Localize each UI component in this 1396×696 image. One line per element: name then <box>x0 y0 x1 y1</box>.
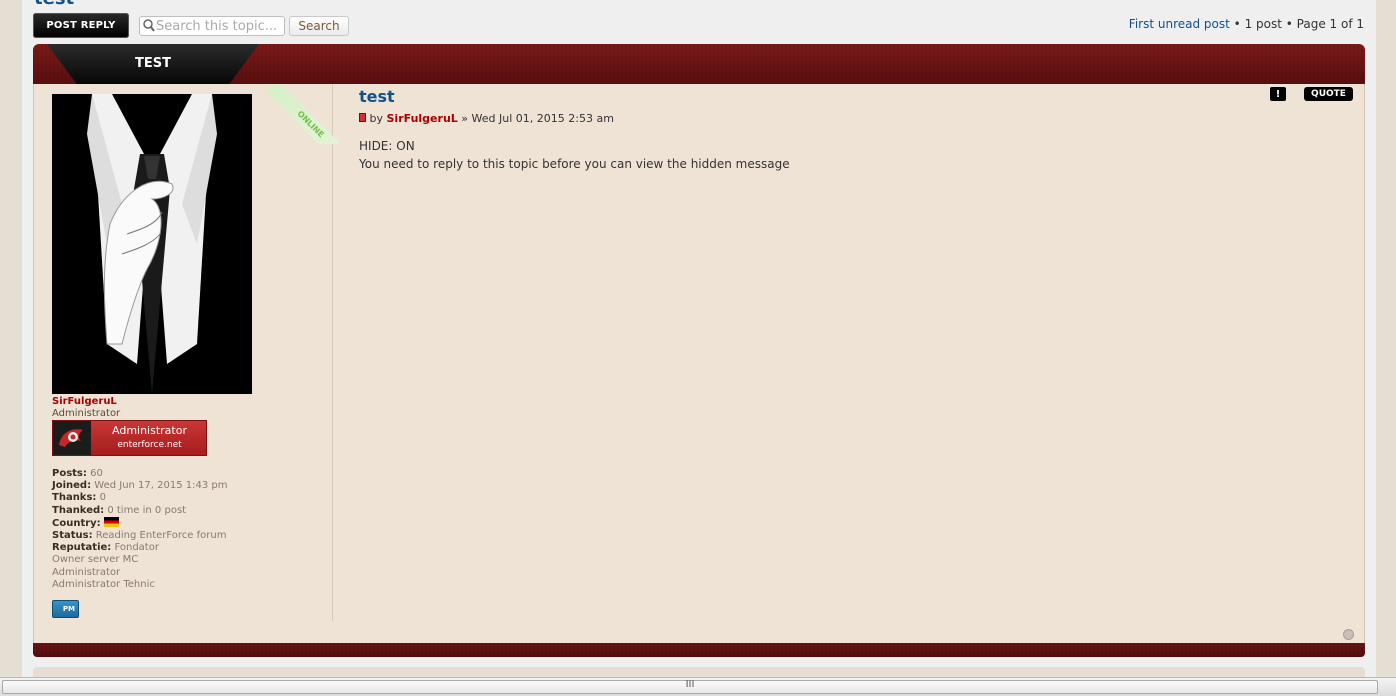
stat-reputatie: Reputatie: Fondator <box>52 542 227 554</box>
stat-label: Status: <box>52 530 93 542</box>
post-content-line: You need to reply to this topic before y… <box>359 157 790 171</box>
online-badge-label: ONLINE <box>265 84 339 144</box>
back-to-top-icon[interactable] <box>1343 629 1354 640</box>
stat-label: Reputatie: <box>52 542 112 554</box>
post-count: 1 post <box>1244 17 1282 31</box>
rank-image-title: Administrator <box>112 424 187 437</box>
stat-value: 60 <box>90 468 103 479</box>
profile-stats: Posts: 60 Joined: Wed Jun 17, 2015 1:43 … <box>52 468 227 591</box>
scrollbar-thumb[interactable]: III <box>2 679 1378 694</box>
tab-test[interactable]: TEST <box>47 44 259 84</box>
horizontal-scrollbar[interactable]: III <box>0 677 1396 696</box>
stat-joined: Joined: Wed Jun 17, 2015 1:43 pm <box>52 480 227 492</box>
scrollbar-grip-icon: III <box>685 679 695 690</box>
pagination-separator: • <box>1281 17 1297 31</box>
stat-posts: Posts: 60 <box>52 468 227 480</box>
stat-value: Wed Jun 17, 2015 1:43 pm <box>94 480 228 492</box>
post-content-line: HIDE: ON <box>359 139 415 153</box>
online-badge: ONLINE <box>259 84 339 144</box>
post-by-prefix: by <box>369 112 387 125</box>
pagination: First unread post • 1 post • Page 1 of 1 <box>1129 17 1364 31</box>
quote-button[interactable]: QUOTE <box>1304 87 1353 101</box>
post-meta: by SirFulgeruL » Wed Jul 01, 2015 2:53 a… <box>359 112 614 125</box>
enterforce-logo-icon <box>53 421 91 455</box>
stat-label: Thanked: <box>52 504 105 516</box>
pagination-separator: • <box>1229 17 1245 31</box>
search-icon <box>142 18 156 34</box>
stat-label: Posts: <box>52 468 87 479</box>
tab-label: TEST <box>135 56 171 71</box>
post-reply-button[interactable]: POST REPLY <box>33 13 129 38</box>
search-button[interactable]: Search <box>289 16 349 36</box>
post-body: ONLINE SirFulgeruL Administrator Adminis… <box>33 84 1365 643</box>
stat-value: Fondator <box>114 542 159 554</box>
profile-extra-line: Administrator <box>52 566 121 578</box>
stat-status: Status: Reading EnterForce forum <box>52 530 227 542</box>
profile-extra-line: Administrator Tehnic <box>52 578 155 590</box>
profile-extra-line: Owner server MC <box>52 554 139 566</box>
stat-thanks: Thanks: 0 <box>52 492 227 504</box>
stat-value: 0 <box>99 492 106 504</box>
profile-username[interactable]: SirFulgeruL <box>52 396 117 407</box>
post-panel-header: TEST <box>33 44 1365 84</box>
page-container: test POST REPLY Search First unread post… <box>22 0 1376 677</box>
pm-label: PM <box>62 605 75 613</box>
profile-column: ONLINE SirFulgeruL Administrator Adminis… <box>34 84 339 621</box>
post-title[interactable]: test <box>359 87 395 106</box>
search-input[interactable] <box>156 18 280 34</box>
page-info: Page 1 of 1 <box>1296 17 1364 31</box>
post-panel-footer <box>33 643 1365 657</box>
stat-value: Reading EnterForce forum <box>95 530 227 542</box>
rank-image: Administrator enterforce.net <box>52 420 207 456</box>
avatar-image <box>52 94 252 394</box>
profile-rank: Administrator <box>52 408 121 419</box>
post-author[interactable]: SirFulgeruL <box>387 112 458 125</box>
post-date-prefix: » <box>457 112 472 125</box>
stat-country: Country: <box>52 516 227 530</box>
stat-label: Joined: <box>52 480 92 492</box>
stat-value[interactable]: 0 time in 0 post <box>107 505 186 516</box>
search-box <box>139 16 285 36</box>
post-content: HIDE: ON You need to reply to this topic… <box>359 137 790 173</box>
post-date: Wed Jul 01, 2015 2:53 am <box>471 112 614 125</box>
post-icon <box>359 113 366 122</box>
germany-flag-icon <box>103 516 119 527</box>
next-panel <box>33 667 1365 677</box>
avatar[interactable] <box>52 94 252 394</box>
report-button[interactable]: ! <box>1270 87 1286 101</box>
topic-title[interactable]: test <box>34 0 74 9</box>
pm-button[interactable]: PM <box>52 600 79 618</box>
first-unread-link[interactable]: First unread post <box>1129 17 1230 31</box>
stat-thanked: Thanked: 0 time in 0 post <box>52 505 227 517</box>
stat-label: Country: <box>52 517 101 529</box>
rank-image-site: enterforce.net <box>117 440 182 450</box>
stat-label: Thanks: <box>52 492 97 504</box>
